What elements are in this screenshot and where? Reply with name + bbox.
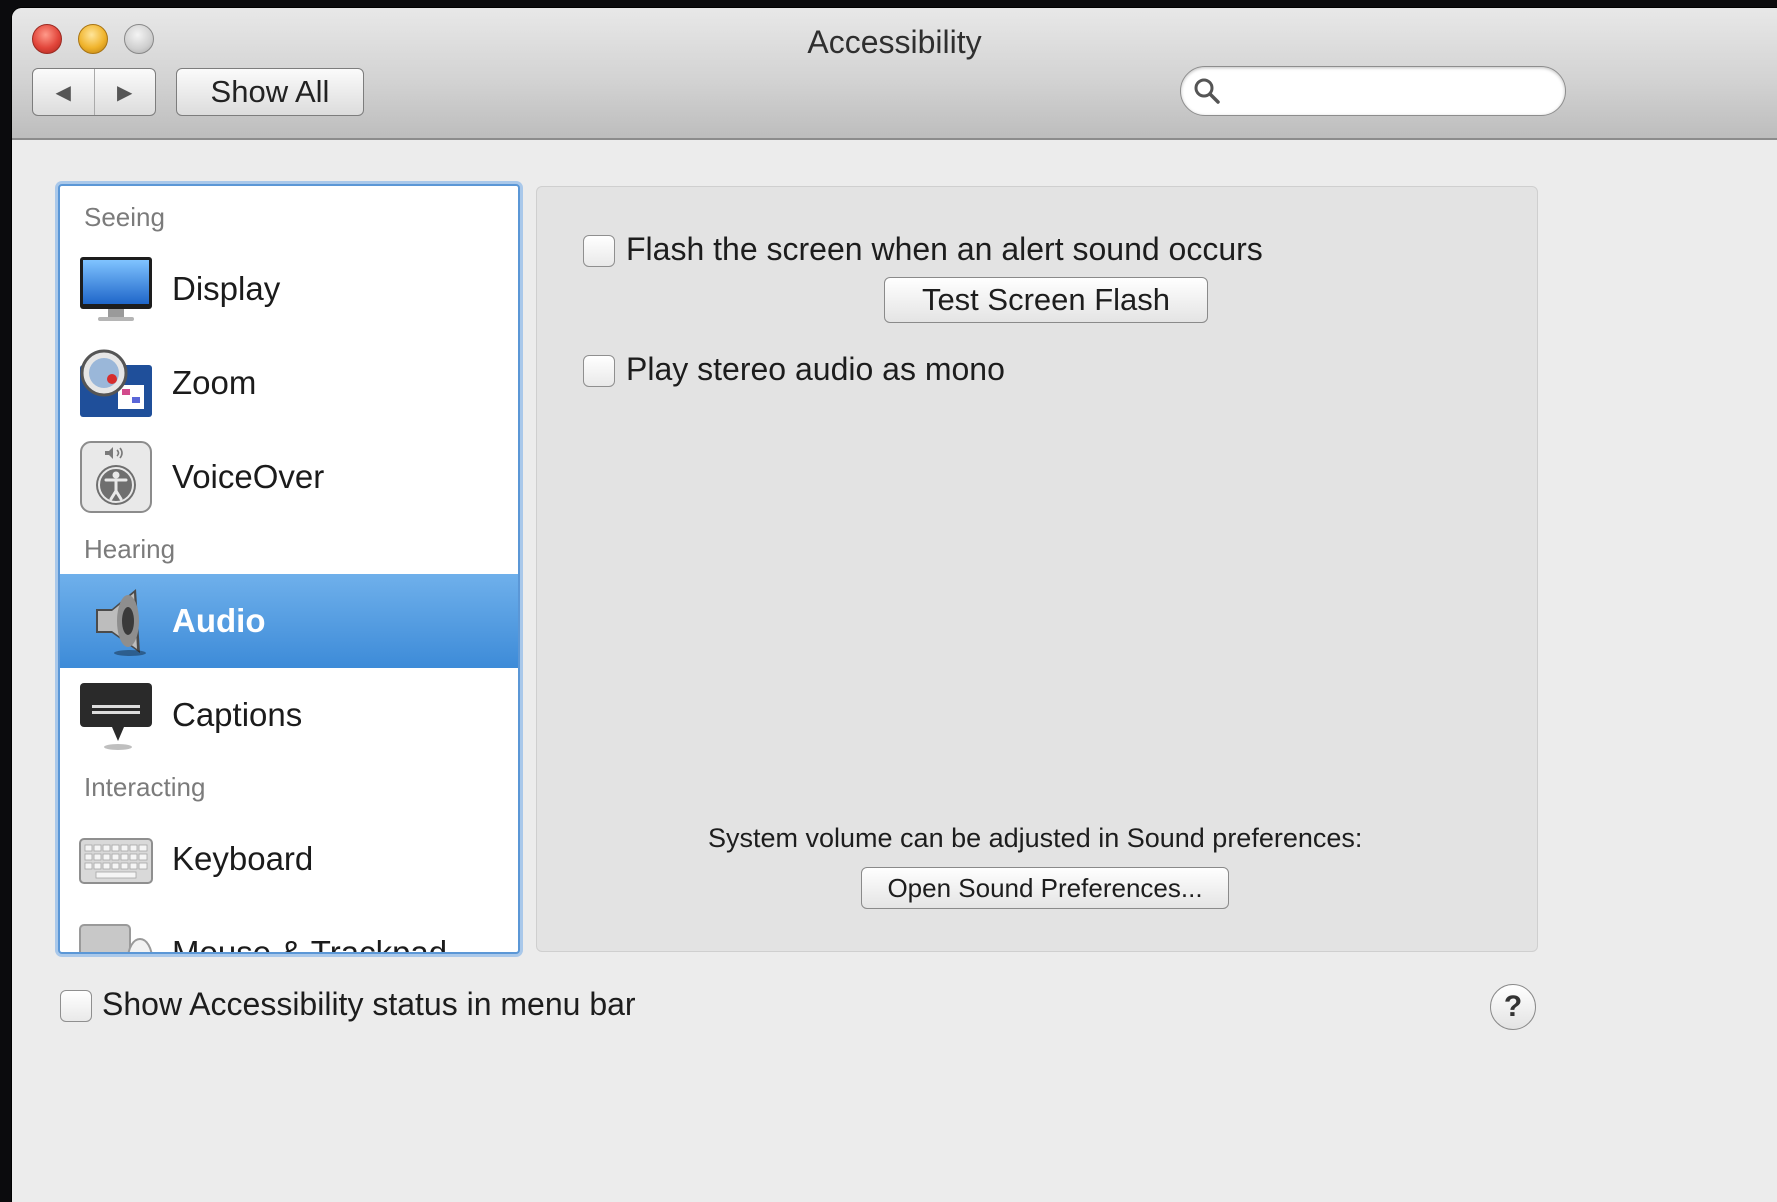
back-forward-control: ◀ ▶: [32, 68, 156, 116]
test-screen-flash-button[interactable]: Test Screen Flash: [884, 277, 1208, 323]
zoom-icon: [80, 349, 152, 417]
sidebar-item-keyboard[interactable]: Keyboard: [60, 812, 518, 906]
flash-screen-label[interactable]: Flash the screen when an alert sound occ…: [626, 231, 1263, 268]
preferences-window: Accessibility ◀ ▶ Show All Seeing Displa…: [12, 8, 1777, 1202]
sidebar-item-captions[interactable]: Captions: [60, 668, 518, 762]
search-input[interactable]: [1229, 73, 1553, 109]
title-bar: Accessibility ◀ ▶ Show All: [12, 8, 1777, 140]
sidebar-item-label: Audio: [172, 602, 266, 639]
forward-button[interactable]: ▶: [93, 69, 156, 115]
open-sound-preferences-button[interactable]: Open Sound Preferences...: [861, 867, 1229, 909]
window-title: Accessibility: [807, 24, 982, 60]
sidebar-item-label: Zoom: [172, 364, 257, 401]
search-field[interactable]: [1180, 66, 1566, 116]
group-label-seeing: Seeing: [84, 202, 165, 232]
sidebar-item-mouse-trackpad[interactable]: Mouse & Trackpad: [60, 906, 518, 954]
flash-screen-checkbox[interactable]: [583, 235, 615, 267]
back-button[interactable]: ◀: [33, 69, 94, 115]
forward-arrow-icon: ▶: [117, 81, 133, 104]
sidebar-item-zoom[interactable]: Zoom: [60, 336, 518, 430]
sidebar-item-label: Keyboard: [172, 840, 314, 877]
group-label-interacting: Interacting: [84, 772, 206, 802]
sidebar-item-label: Display: [172, 270, 281, 307]
close-window-button[interactable]: [32, 24, 62, 54]
speaker-icon: [96, 589, 146, 656]
mono-audio-checkbox[interactable]: [583, 355, 615, 387]
show-status-label[interactable]: Show Accessibility status in menu bar: [102, 986, 636, 1023]
display-icon: [80, 257, 152, 321]
group-label-hearing: Hearing: [84, 534, 176, 564]
keyboard-icon: [79, 838, 153, 884]
sidebar-item-display[interactable]: Display: [60, 242, 518, 336]
search-icon: [1194, 78, 1220, 104]
help-button[interactable]: ?: [1490, 984, 1536, 1030]
mono-audio-label[interactable]: Play stereo audio as mono: [626, 351, 1005, 388]
help-icon: ?: [1503, 990, 1523, 1023]
captions-icon: [80, 683, 152, 750]
audio-settings-pane: Flash the screen when an alert sound occ…: [536, 186, 1538, 952]
show-status-checkbox[interactable]: [60, 990, 92, 1022]
mouse-trackpad-icon: [79, 924, 153, 952]
zoom-window-button[interactable]: [124, 24, 154, 54]
minimize-window-button[interactable]: [78, 24, 108, 54]
back-arrow-icon: ◀: [55, 81, 71, 104]
sidebar-item-label: VoiceOver: [172, 458, 325, 495]
sidebar-item-audio[interactable]: Audio: [60, 574, 518, 668]
show-all-button[interactable]: Show All: [176, 68, 364, 116]
sidebar-item-voiceover[interactable]: VoiceOver: [60, 430, 518, 524]
volume-note: System volume can be adjusted in Sound p…: [708, 823, 1363, 853]
sidebar-item-label: Captions: [172, 696, 303, 733]
category-list[interactable]: Seeing Display Zoom VoiceOver Hearing Au…: [58, 184, 520, 954]
sidebar-item-label: Mouse & Trackpad: [172, 934, 448, 954]
voiceover-icon: [80, 441, 152, 513]
